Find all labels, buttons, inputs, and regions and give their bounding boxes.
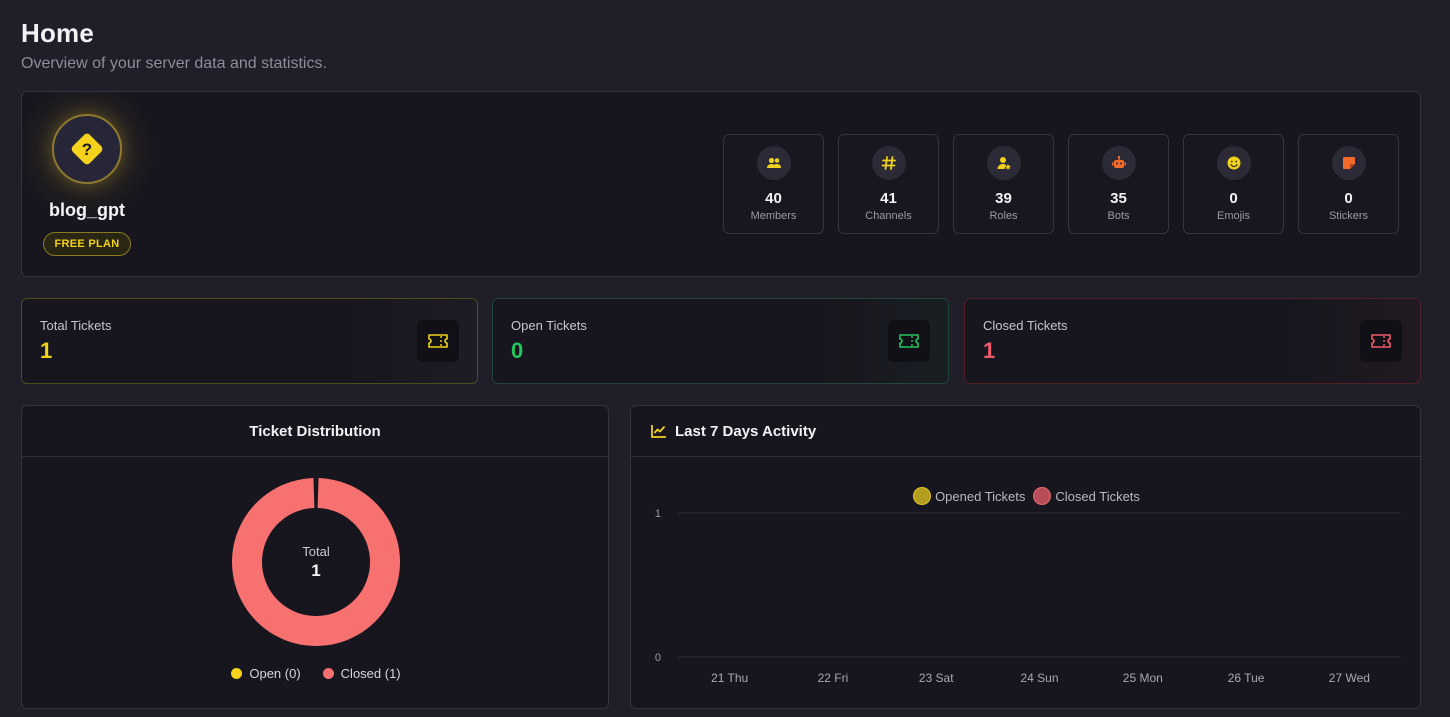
stat-label: Bots <box>1107 210 1130 222</box>
activity-line-chart: 1 0 21 Thu 22 Fri 23 Sat 24 Sun 25 Mon 26 Tue 27… <box>655 508 1401 685</box>
page-header: Home Overview of your server data and st… <box>21 18 327 73</box>
ticket-value: 0 <box>511 338 524 363</box>
legend-item-closed[interactable]: Closed (1) <box>322 666 401 681</box>
distribution-legend: Open (0) Closed (1) <box>22 666 610 681</box>
stat-label: Channels <box>865 210 912 222</box>
robot-icon <box>1101 146 1136 180</box>
stat-value: 39 <box>995 190 1012 207</box>
x-tick-label: 27 Wed <box>1329 671 1370 685</box>
card-title: Ticket Distribution <box>22 406 608 457</box>
ticket-icon <box>888 320 930 362</box>
ticket-icon <box>1360 320 1402 362</box>
open-tickets-card: Open Tickets 0 <box>492 298 949 384</box>
stat-value: 0 <box>1229 190 1238 207</box>
user-role-icon <box>986 146 1021 180</box>
server-name: blog_gpt <box>49 200 125 220</box>
x-tick-label: 24 Sun <box>1020 671 1058 685</box>
ticket-label: Open Tickets <box>511 318 587 333</box>
total-tickets-card: Total Tickets 1 <box>21 298 478 384</box>
donut-chart: Total 1 <box>231 477 401 647</box>
stat-members: 40 Members <box>723 134 824 234</box>
ticket-label: Closed Tickets <box>983 318 1068 333</box>
card-title: Last 7 Days Activity <box>675 422 817 440</box>
y-tick-label: 0 <box>655 652 661 664</box>
smiley-icon <box>1216 146 1251 180</box>
plan-badge: FREE PLAN <box>43 232 131 256</box>
x-tick-label: 23 Sat <box>919 671 954 685</box>
donut-total-label: Total <box>302 543 330 559</box>
closed-tickets-card: Closed Tickets 1 <box>964 298 1421 384</box>
stat-label: Emojis <box>1216 210 1250 222</box>
sticker-icon <box>1331 146 1366 180</box>
donut-center: Total 1 <box>231 477 401 647</box>
x-tick-label: 21 Thu <box>711 671 748 685</box>
stat-channels: 41 Channels <box>838 134 939 234</box>
ticket-value: 1 <box>983 338 996 363</box>
server-avatar[interactable]: ? <box>52 114 122 184</box>
legend-item-open[interactable]: Open (0) <box>231 666 301 681</box>
x-tick-label: 22 Fri <box>818 671 849 685</box>
chart-line-icon <box>651 425 666 438</box>
members-icon <box>756 146 791 180</box>
stat-value: 41 <box>880 190 897 207</box>
legend-label: Open (0) <box>249 666 301 681</box>
server-card: ? blog_gpt FREE PLAN 40 Members 41 Chann… <box>21 91 1421 278</box>
legend-dot <box>231 668 243 679</box>
ticket-value: 1 <box>40 338 53 363</box>
svg-text:?: ? <box>82 140 92 159</box>
stat-label: Stickers <box>1328 210 1369 222</box>
legend-dot <box>322 668 334 679</box>
stat-label: Roles <box>989 210 1018 222</box>
donut-total-value: 1 <box>311 560 321 580</box>
x-tick-label: 25 Mon <box>1123 671 1163 685</box>
stat-emojis: 0 Emojis <box>1183 134 1284 234</box>
activity-card: Last 7 Days Activity Opened Tickets Clos… <box>630 405 1421 709</box>
page-title: Home <box>21 18 95 48</box>
server-stats: 40 Members 41 Channels 39 Roles 35 Bots <box>723 134 1399 234</box>
ticket-icon <box>417 320 459 362</box>
legend-label: Closed (1) <box>340 666 401 681</box>
ticket-label: Total Tickets <box>40 318 112 333</box>
y-tick-label: 1 <box>655 508 661 520</box>
hash-icon <box>871 146 906 180</box>
activity-header: Last 7 Days Activity <box>631 406 1420 457</box>
x-tick-label: 26 Tue <box>1228 671 1265 685</box>
ticket-distribution-card: Ticket Distribution Total 1 Open (0) Clo… <box>21 405 609 709</box>
stat-bots: 35 Bots <box>1068 134 1169 234</box>
stat-label: Members <box>750 210 797 222</box>
stat-stickers: 0 Stickers <box>1298 134 1399 234</box>
question-diamond-icon: ? <box>71 133 103 165</box>
stat-roles: 39 Roles <box>953 134 1054 234</box>
stat-value: 0 <box>1344 190 1353 207</box>
stat-value: 40 <box>765 190 782 207</box>
stat-value: 35 <box>1110 190 1127 207</box>
page-subtitle: Overview of your server data and statist… <box>21 55 327 72</box>
